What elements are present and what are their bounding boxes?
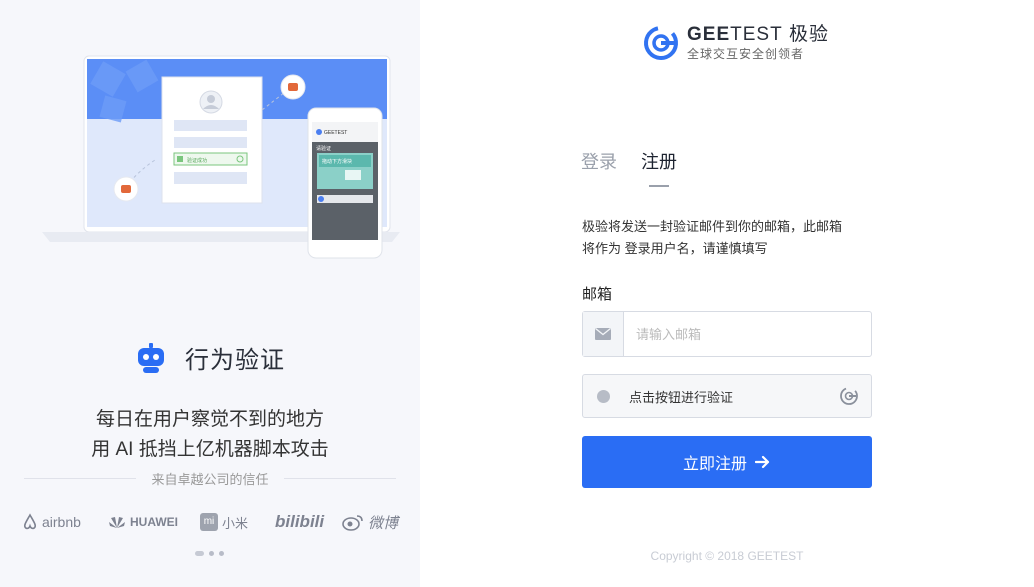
brand-text: GEETEST 极验 全球交互安全创领者 bbox=[687, 24, 829, 62]
airbnb-logo: airbnb bbox=[22, 510, 81, 534]
register-submit-button[interactable]: 立即注册 bbox=[582, 436, 872, 488]
active-tab-indicator bbox=[649, 185, 669, 187]
copyright: Copyright © 2018 GEETEST bbox=[650, 549, 804, 563]
slogan-line-2: 用 AI 抵挡上亿机器脚本攻击 bbox=[91, 439, 329, 460]
robot-icon bbox=[138, 342, 164, 373]
mail-icon bbox=[595, 328, 611, 340]
geetest-logo-icon bbox=[644, 26, 678, 60]
brand-tagline: 全球交互安全创领者 bbox=[687, 47, 805, 61]
hero-illustration: 验证成功 GEETEST 请验证 拖动下方滑块 bbox=[42, 55, 400, 259]
mock-app-name: GEETEST bbox=[324, 130, 347, 136]
register-description: 极验将发送一封验证邮件到你的邮箱，此邮箱 将作为 登录用户名，请谨慎填写 bbox=[582, 216, 882, 260]
mock-banner: 拖动下方滑块 bbox=[322, 158, 352, 165]
weibo-icon bbox=[342, 515, 363, 531]
huawei-text: HUAWEI bbox=[130, 515, 178, 529]
brand: GEETEST 极验 全球交互安全创领者 bbox=[643, 24, 829, 62]
submit-label: 立即注册 bbox=[682, 456, 747, 473]
feature-header: 行为验证 bbox=[0, 340, 420, 375]
airbnb-text: airbnb bbox=[42, 514, 81, 530]
xiaomi-logo: mi 小米 bbox=[200, 510, 248, 534]
feature-block: 行为验证 bbox=[0, 340, 420, 375]
partner-logos: airbnb HUAWEI mi 小米 bilibili 微博 bbox=[22, 510, 402, 534]
slogan-line-1: 每日在用户察觉不到的地方 bbox=[95, 409, 324, 430]
mock-mobile-title: 请验证 bbox=[316, 145, 331, 152]
description-line-2: 将作为 登录用户名，请谨慎填写 bbox=[582, 241, 768, 256]
left-panel: 验证成功 GEETEST 请验证 拖动下方滑块 行为验证 每日在用户察觉不到的地… bbox=[0, 0, 420, 587]
mi-icon: mi bbox=[200, 513, 218, 531]
verify-success-label: 验证成功 bbox=[187, 157, 207, 164]
airbnb-icon bbox=[23, 513, 37, 530]
brand-name-light: TEST bbox=[730, 24, 783, 45]
brand-name-cn: 极验 bbox=[788, 24, 829, 45]
arrow-right-icon bbox=[755, 455, 770, 469]
feature-title: 行为验证 bbox=[185, 347, 285, 374]
email-input[interactable] bbox=[624, 312, 871, 356]
brand-name: GEETEST 极验 bbox=[687, 24, 829, 46]
captcha-button[interactable]: 点击按钮进行验证 bbox=[582, 374, 872, 418]
trust-text: 来自卓越公司的信任 bbox=[151, 472, 269, 487]
carousel-dot-2[interactable] bbox=[209, 551, 214, 556]
bilibili-logo: bilibili bbox=[275, 510, 324, 534]
tab-register[interactable]: 注册 bbox=[641, 148, 677, 174]
huawei-icon bbox=[109, 517, 125, 528]
bilibili-text: bilibili bbox=[275, 512, 325, 531]
email-icon-wrap bbox=[583, 312, 624, 356]
carousel-dot-1[interactable] bbox=[195, 551, 204, 556]
register-panel: GEETEST 极验 全球交互安全创领者 登录 注册 极验将发送一封验证邮件到你… bbox=[420, 0, 1034, 587]
email-label: 邮箱 bbox=[582, 286, 613, 303]
geetest-captcha-icon bbox=[840, 387, 858, 405]
carousel-dot-3[interactable] bbox=[219, 551, 224, 556]
tab-login[interactable]: 登录 bbox=[581, 148, 617, 174]
captcha-radio-dot bbox=[597, 389, 610, 403]
brand-name-bold: GEE bbox=[687, 24, 731, 45]
trust-divider: 来自卓越公司的信任 bbox=[24, 469, 396, 487]
auth-tabs: 登录 注册 bbox=[581, 148, 677, 174]
huawei-logo: HUAWEI bbox=[108, 510, 178, 534]
email-field bbox=[582, 311, 872, 357]
description-line-1: 极验将发送一封验证邮件到你的邮箱，此邮箱 bbox=[582, 219, 843, 234]
captcha-text: 点击按钮进行验证 bbox=[629, 389, 734, 405]
xiaomi-text: 小米 bbox=[222, 515, 249, 531]
carousel-dots bbox=[195, 551, 224, 556]
weibo-text: 微博 bbox=[368, 514, 399, 532]
weibo-logo: 微博 bbox=[342, 510, 398, 534]
